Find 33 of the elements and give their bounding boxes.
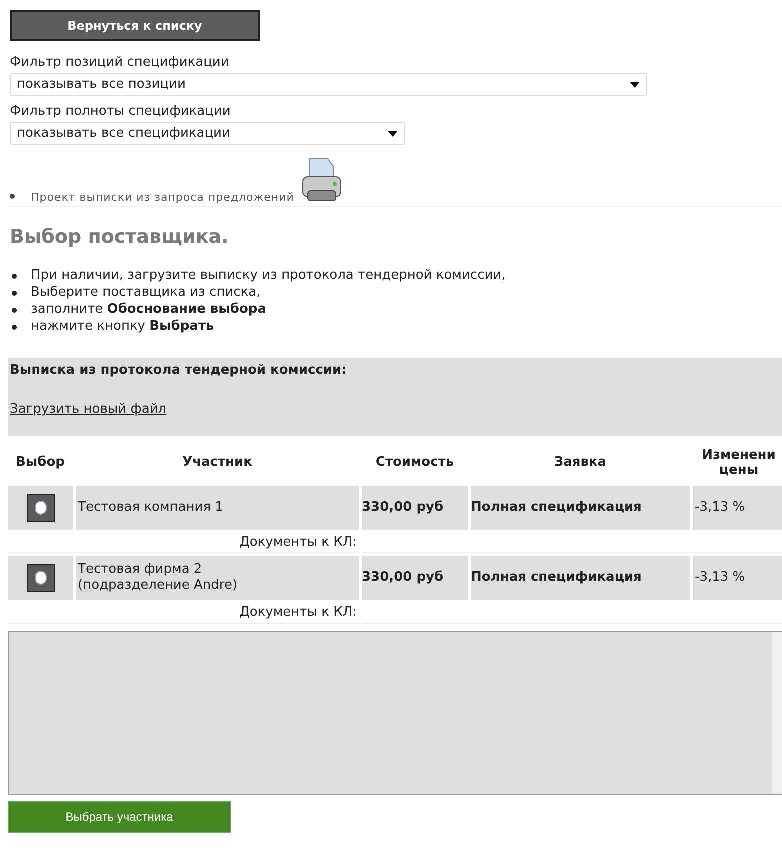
bullet-icon [10, 194, 15, 199]
dropdown-caret-icon [388, 130, 398, 136]
instruction-text: нажмите кнопку Выбрать [31, 318, 214, 336]
price-change-cell: -3,13 % [693, 486, 782, 530]
dropdown-caret-icon [630, 82, 640, 88]
filter-select[interactable]: показывать все позиции [10, 73, 647, 96]
documents-label: Документы к КЛ: [8, 532, 359, 553]
filter-select[interactable]: показывать все спецификации [10, 122, 405, 145]
filter-label: Фильтр полноты спецификации [10, 104, 232, 120]
instruction-text: Выберите поставщика из списка, [31, 284, 261, 302]
bullet-icon [12, 290, 17, 296]
upload-link[interactable]: Загрузить новый файл [10, 400, 167, 420]
protocol-title: Выписка из протокола тендерной комиссии: [10, 362, 348, 380]
bullet-icon [12, 324, 17, 330]
bullet-icon [12, 274, 17, 278]
radio-button[interactable] [34, 500, 46, 514]
select-participant-button[interactable]: Выбрать участника [8, 800, 231, 832]
section-heading: Выбор поставщика. [9, 225, 230, 250]
participant-cell: Тестовая фирма 2 (подразделение Andre) [76, 556, 359, 600]
instruction-text: заполните Обоснование выбора [31, 301, 266, 320]
back-button[interactable]: Вернуться к списку [10, 10, 260, 41]
price-change-cell: -3,13 % [693, 556, 782, 600]
bid-cell: Полная спецификация [471, 556, 690, 600]
instruction-text: При наличии, загрузите выписку из протокола тендерной комиссии, [31, 267, 506, 286]
cost-cell: 330,00 руб [362, 556, 468, 600]
bid-cell: Полная спецификация [471, 486, 690, 530]
print-link[interactable]: Проект выписки из запроса предложений [31, 191, 294, 205]
filter-label: Фильтр позиций спецификации [10, 55, 230, 71]
documents-label: Документы к КЛ: [8, 603, 359, 624]
bullet-icon [12, 308, 17, 312]
participant-cell: Тестовая компания 1 [76, 486, 359, 530]
radio-button[interactable] [34, 571, 46, 585]
cost-cell: 330,00 руб [362, 486, 468, 530]
